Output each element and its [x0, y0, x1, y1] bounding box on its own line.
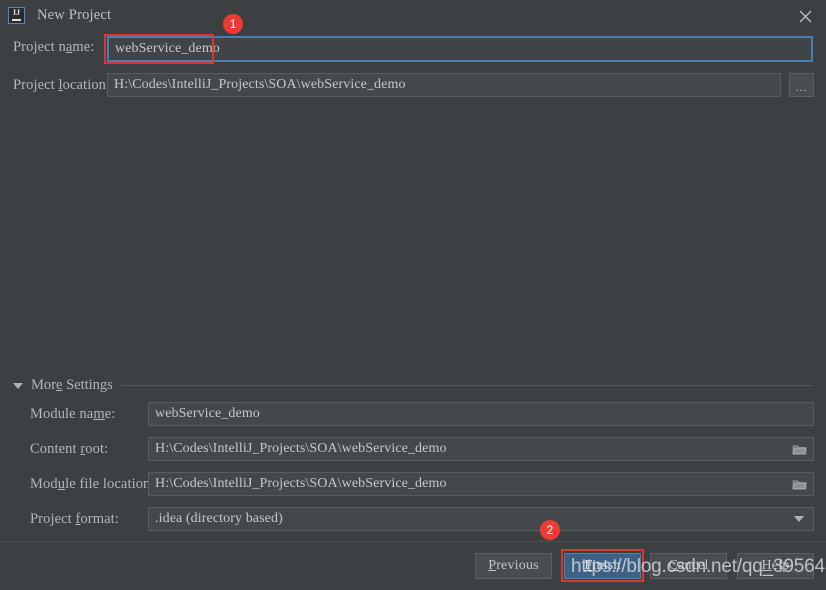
watermark-text: https://blog.csdn.net/qq_39564555 [571, 556, 826, 577]
folder-icon[interactable] [792, 443, 807, 455]
ellipsis-icon: ... [795, 82, 808, 94]
more-settings-separator [120, 385, 813, 386]
content-root-value: H:\Codes\IntelliJ_Projects\SOA\webServic… [155, 441, 447, 456]
triangle-down-icon [13, 382, 23, 389]
close-button[interactable] [794, 5, 816, 27]
content-root-input[interactable]: H:\Codes\IntelliJ_Projects\SOA\webServic… [148, 437, 814, 461]
project-format-label-row: Project format: [30, 511, 119, 528]
more-settings-label: More Settings [31, 377, 113, 393]
close-icon [799, 10, 811, 22]
project-format-label: Project format: [30, 511, 119, 527]
footer-separator [0, 541, 826, 542]
project-format-value: .idea (directory based) [155, 511, 283, 526]
folder-icon[interactable] [792, 478, 807, 490]
project-location-label-row: Project location: [13, 77, 110, 94]
project-location-input[interactable]: H:\Codes\IntelliJ_Projects\SOA\webServic… [107, 73, 781, 97]
window-title: New Project [37, 7, 112, 23]
project-location-browse-button[interactable]: ... [789, 73, 814, 97]
module-name-label: Module name: [30, 406, 116, 422]
previous-button-label: Previous [488, 558, 539, 573]
project-format-select[interactable]: .idea (directory based) [148, 507, 814, 531]
module-name-input[interactable]: webService_demo [148, 402, 814, 426]
module-file-location-input[interactable]: H:\Codes\IntelliJ_Projects\SOA\webServic… [148, 472, 814, 496]
project-name-input[interactable]: webService_demo [107, 36, 813, 62]
logo-text: IJ [12, 8, 21, 17]
annotation-badge-2: 2 [540, 520, 560, 540]
project-location-value: H:\Codes\IntelliJ_Projects\SOA\webServic… [114, 77, 406, 92]
intellij-idea-logo-icon: IJ [8, 7, 25, 24]
previous-button[interactable]: Previous [475, 553, 552, 579]
module-name-label-row: Module name: [30, 406, 115, 423]
content-root-label: Content root: [30, 441, 109, 457]
project-name-label-row: Project name: [13, 39, 94, 56]
module-file-location-label-row: Module file location: [30, 476, 155, 493]
more-settings-header[interactable]: More Settings [13, 377, 813, 394]
chevron-down-icon[interactable] [794, 516, 804, 522]
annotation-badge-1: 1 [223, 14, 243, 34]
project-location-label: Project location: [13, 77, 111, 93]
title-bar: IJ New Project [0, 0, 826, 31]
module-name-value: webService_demo [155, 406, 260, 421]
module-file-location-value: H:\Codes\IntelliJ_Projects\SOA\webServic… [155, 476, 447, 491]
content-root-label-row: Content root: [30, 441, 108, 458]
project-name-value: webService_demo [115, 41, 220, 56]
module-file-location-label: Module file location: [30, 476, 155, 492]
project-name-label: Project name: [13, 39, 95, 55]
logo-underline [12, 19, 21, 21]
